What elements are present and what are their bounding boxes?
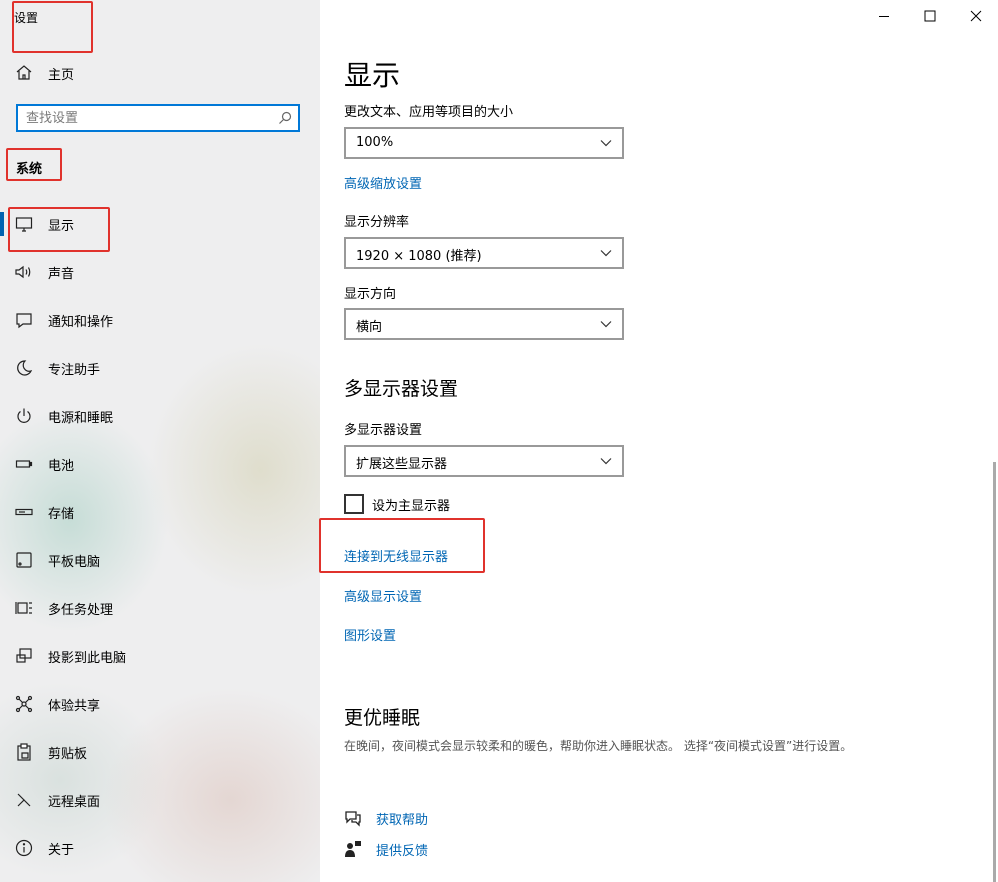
battery-icon — [14, 454, 34, 474]
sidebar-item-label: 远程桌面 — [48, 795, 101, 810]
minimize-icon — [879, 16, 889, 17]
sidebar-item-sound[interactable]: 声音 — [0, 252, 320, 292]
sidebar-item-notifications[interactable]: 通知和操作 — [0, 300, 320, 340]
sidebar-item-battery[interactable]: 电池 — [0, 444, 320, 484]
sidebar: 设置 主页 系统 显示 声音 通知和操作 专 — [0, 0, 320, 882]
sidebar-item-shared-experiences[interactable]: 体验共享 — [0, 684, 320, 724]
storage-icon — [14, 502, 34, 522]
sidebar-item-label: 电源和睡眠 — [48, 411, 114, 426]
resolution-label: 显示分辨率 — [344, 215, 410, 230]
scale-label: 更改文本、应用等项目的大小 — [344, 105, 514, 120]
project-icon — [14, 646, 34, 666]
chevron-down-icon — [600, 321, 612, 328]
advanced-scaling-link[interactable]: 高级缩放设置 — [344, 173, 422, 192]
moon-icon — [14, 358, 34, 378]
multi-display-label: 多显示器设置 — [344, 423, 423, 438]
share-icon — [14, 694, 34, 714]
sidebar-item-label: 多任务处理 — [48, 603, 114, 618]
home-icon — [14, 63, 34, 83]
sidebar-item-storage[interactable]: 存储 — [0, 492, 320, 532]
feedback-person-icon — [344, 840, 362, 858]
sidebar-item-label: 投影到此电脑 — [48, 651, 127, 666]
sidebar-item-tablet[interactable]: 平板电脑 — [0, 540, 320, 580]
search-icon[interactable] — [278, 111, 292, 125]
multi-display-value: 扩展这些显示器 — [356, 457, 448, 472]
sidebar-item-about[interactable]: 关于 — [0, 828, 320, 868]
maximize-icon — [924, 10, 936, 22]
sleep-heading: 更优睡眠 — [344, 707, 421, 729]
close-button[interactable] — [953, 0, 998, 32]
tablet-icon — [14, 550, 34, 570]
highlight-wireless — [319, 518, 485, 573]
remote-desktop-icon — [14, 790, 34, 810]
sidebar-item-label: 专注助手 — [48, 363, 101, 378]
scale-dropdown[interactable]: 100% — [344, 127, 624, 159]
scrollbar[interactable] — [993, 462, 996, 882]
search-input[interactable] — [26, 109, 266, 127]
orientation-label: 显示方向 — [344, 287, 397, 302]
sidebar-item-projecting[interactable]: 投影到此电脑 — [0, 636, 320, 676]
sidebar-item-power[interactable]: 电源和睡眠 — [0, 396, 320, 436]
highlight-section — [6, 148, 62, 181]
info-icon — [14, 838, 34, 858]
get-help-row[interactable]: 获取帮助 — [344, 807, 544, 829]
search-box[interactable] — [16, 104, 300, 132]
feedback-link[interactable]: 提供反馈 — [376, 840, 428, 859]
orientation-value: 横向 — [356, 320, 383, 335]
chevron-down-icon — [600, 140, 612, 147]
sidebar-item-label: 剪贴板 — [48, 747, 88, 762]
power-icon — [14, 406, 34, 426]
sidebar-item-label: 通知和操作 — [48, 315, 114, 330]
sidebar-item-remote-desktop[interactable]: 远程桌面 — [0, 780, 320, 820]
graphics-settings-link[interactable]: 图形设置 — [344, 625, 396, 644]
advanced-display-link[interactable]: 高级显示设置 — [344, 586, 422, 605]
multi-display-heading: 多显示器设置 — [344, 378, 459, 400]
minimize-button[interactable] — [861, 0, 907, 32]
sidebar-item-home[interactable]: 主页 — [0, 53, 320, 93]
close-icon — [970, 10, 982, 22]
highlight-title — [12, 1, 93, 53]
resolution-value: 1920 × 1080 (推荐) — [356, 249, 482, 264]
multi-display-dropdown[interactable]: 扩展这些显示器 — [344, 445, 624, 477]
maximize-button[interactable] — [907, 0, 953, 32]
chevron-down-icon — [600, 458, 612, 465]
sidebar-item-label: 关于 — [48, 843, 75, 858]
help-chat-icon — [344, 809, 362, 827]
main-display-checkbox[interactable] — [344, 494, 364, 514]
sidebar-item-label: 主页 — [48, 68, 75, 83]
notification-icon — [14, 310, 34, 330]
sleep-description: 在晚间，夜间模式会显示较柔和的暖色，帮助你进入睡眠状态。 选择“夜间模式设置”进… — [344, 739, 853, 753]
sidebar-item-label: 存储 — [48, 507, 75, 522]
scale-value: 100% — [356, 135, 394, 150]
sidebar-item-clipboard[interactable]: 剪贴板 — [0, 732, 320, 772]
speaker-icon — [14, 262, 34, 282]
highlight-display — [8, 207, 110, 252]
sidebar-item-label: 电池 — [48, 459, 75, 474]
resolution-dropdown[interactable]: 1920 × 1080 (推荐) — [344, 237, 624, 269]
get-help-link[interactable]: 获取帮助 — [376, 809, 428, 828]
sidebar-item-focus-assist[interactable]: 专注助手 — [0, 348, 320, 388]
orientation-dropdown[interactable]: 横向 — [344, 308, 624, 340]
clipboard-icon — [14, 742, 34, 762]
page-title: 显示 — [344, 59, 401, 92]
main-display-checkbox-label: 设为主显示器 — [372, 499, 451, 514]
sidebar-item-label: 声音 — [48, 267, 75, 282]
sidebar-item-label: 平板电脑 — [48, 555, 101, 570]
feedback-row[interactable]: 提供反馈 — [344, 838, 544, 860]
chevron-down-icon — [600, 250, 612, 257]
sidebar-item-multitasking[interactable]: 多任务处理 — [0, 588, 320, 628]
multitask-icon — [14, 598, 34, 618]
sidebar-item-label: 体验共享 — [48, 699, 101, 714]
main-content: 显示 更改文本、应用等项目的大小 100% 高级缩放设置 显示分辨率 1920 … — [319, 0, 998, 882]
